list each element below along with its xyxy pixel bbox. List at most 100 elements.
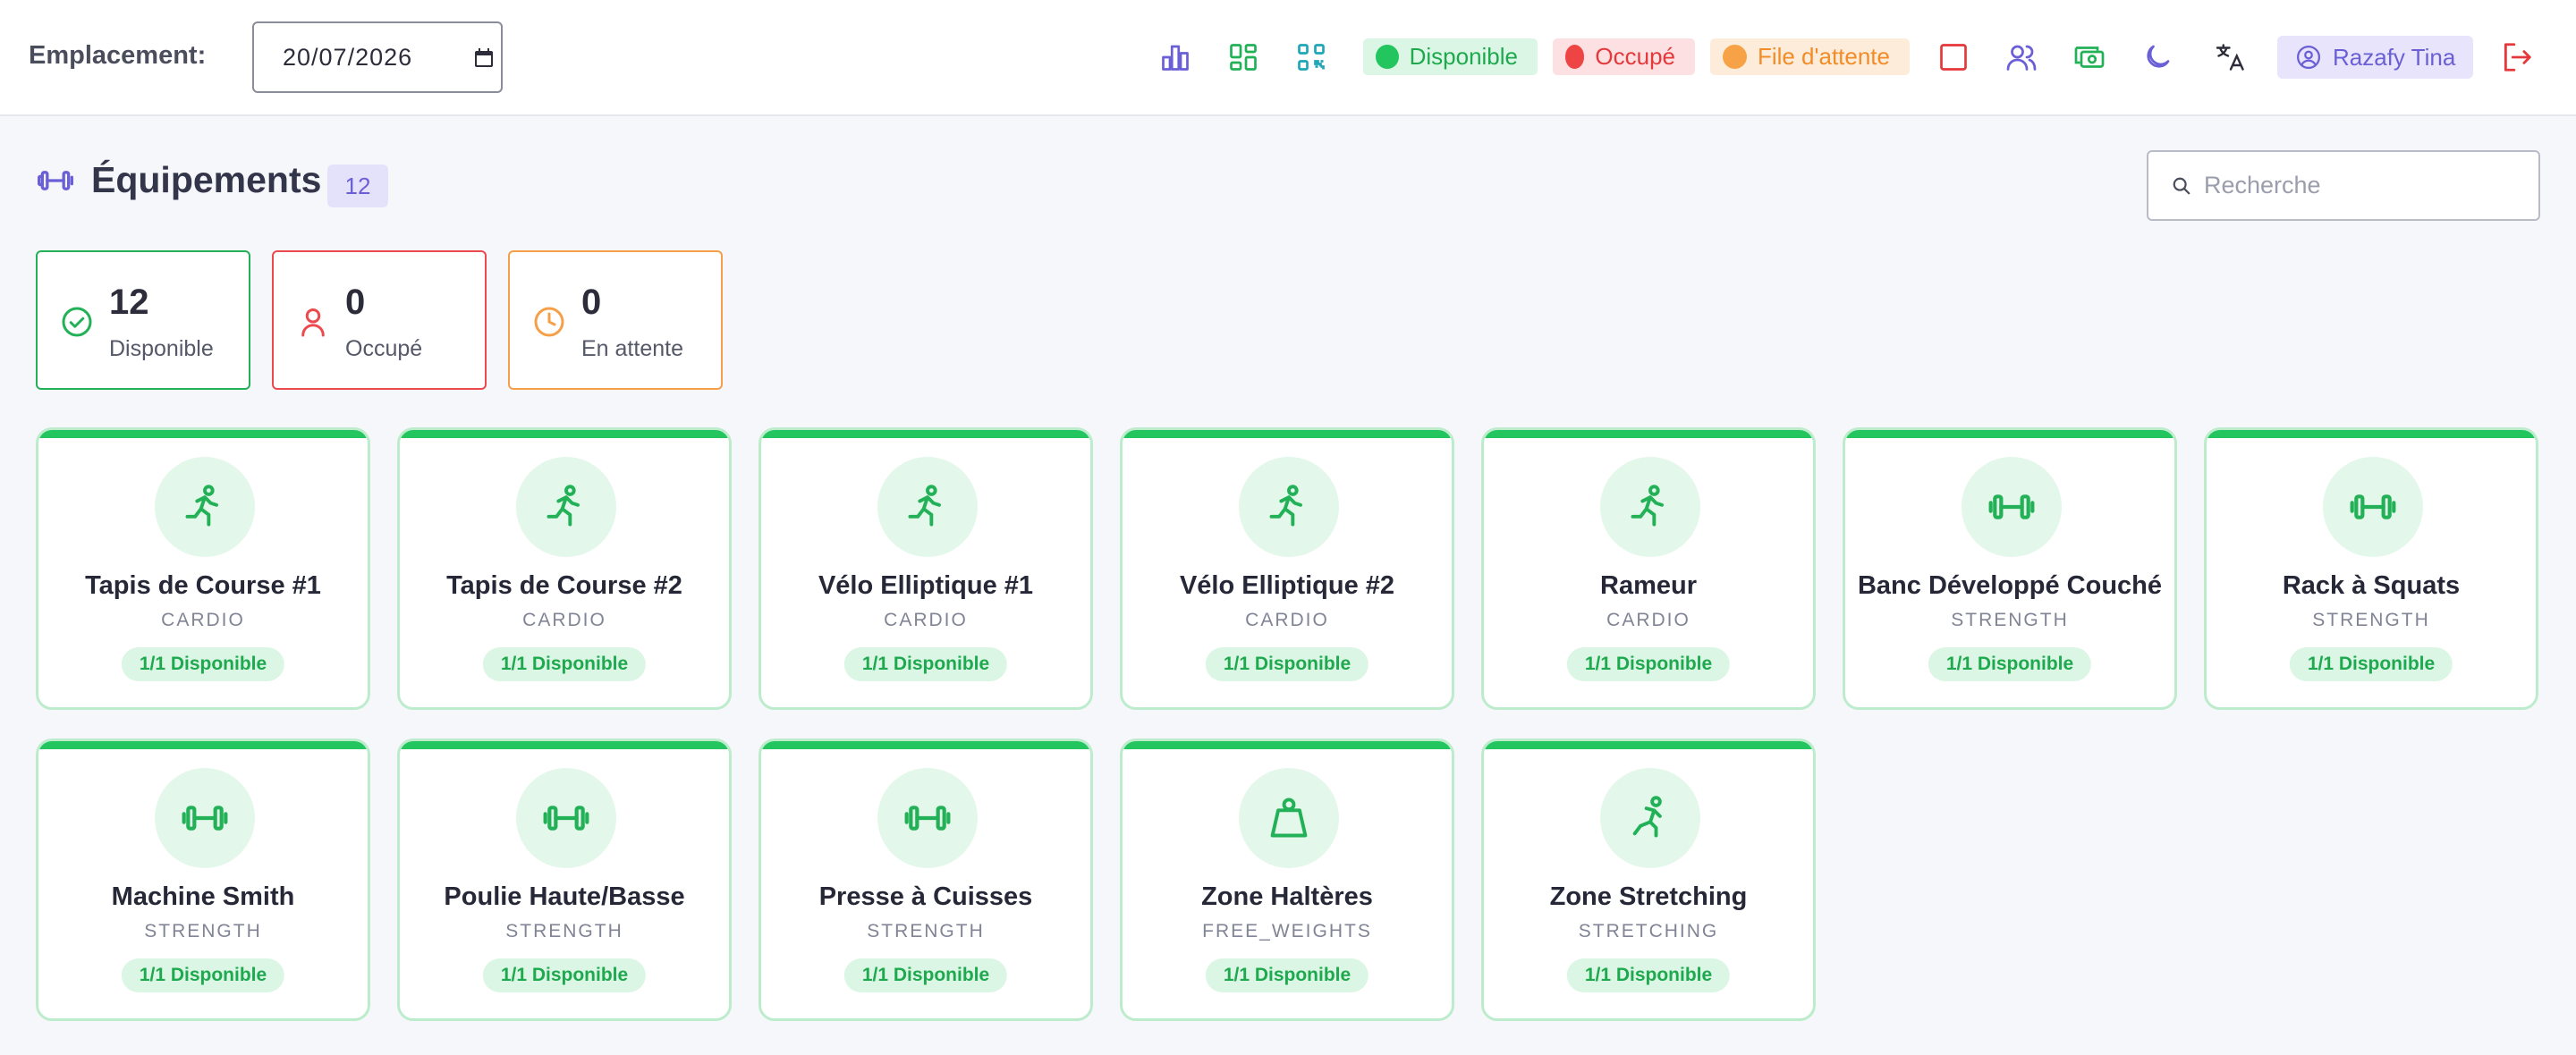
stat-available-card: 12 Disponible — [36, 250, 250, 390]
equipment-card[interactable]: Poulie Haute/Basse STRENGTH 1/1 Disponible — [397, 738, 732, 1021]
calendar-icon[interactable] — [474, 48, 494, 68]
equipment-count-badge: 12 — [327, 165, 388, 207]
availability-badge: 1/1 Disponible — [843, 958, 1008, 992]
grid-icon[interactable] — [1225, 39, 1261, 75]
availability-badge: 1/1 Disponible — [843, 647, 1008, 681]
cash-icon[interactable] — [2072, 39, 2107, 75]
stat-waiting-card: 0 En attente — [508, 250, 723, 390]
equipment-name: Rack à Squats — [2282, 571, 2461, 600]
user-circle-icon — [2297, 46, 2320, 69]
check-circle-icon — [62, 307, 92, 337]
dumbbell-icon — [38, 170, 73, 190]
stat-waiting-label: En attente — [581, 336, 683, 361]
page-title: Équipements — [36, 159, 321, 201]
equipment-card[interactable]: Banc Développé Couché STRENGTH 1/1 Disponi… — [1843, 427, 2177, 710]
legend-busy: Occupé — [1553, 38, 1695, 75]
clock-icon — [534, 307, 564, 337]
date-input[interactable]: 20/07/2026 — [252, 21, 503, 93]
availability-badge: 1/1 Disponible — [2289, 647, 2453, 681]
search-icon — [2173, 177, 2190, 194]
dumbbell-icon — [877, 768, 978, 868]
location-label: Emplacement: — [29, 41, 207, 70]
equipment-card[interactable]: Zone Haltères FREE_WEIGHTS 1/1 Disponible — [1120, 738, 1454, 1021]
translate-icon[interactable] — [2213, 39, 2249, 75]
equipment-name: Rameur — [1600, 571, 1697, 600]
date-value: 20/07/2026 — [283, 43, 413, 71]
equipment-name: Presse à Cuisses — [818, 882, 1033, 911]
stat-busy-value: 0 — [345, 283, 366, 322]
equipment-card[interactable]: Tapis de Course #2 CARDIO 1/1 Disponible — [397, 427, 732, 710]
equipment-name: Banc Développé Couché — [1857, 571, 2163, 600]
equipment-name: Tapis de Course #1 — [85, 571, 321, 600]
user-icon — [301, 308, 325, 337]
running-icon — [516, 457, 616, 557]
running-icon — [877, 457, 978, 557]
page-title-text: Équipements — [91, 159, 322, 200]
equipment-category: STRENGTH — [1951, 610, 2069, 630]
logout-icon[interactable] — [2499, 39, 2535, 75]
dumbbell-icon — [155, 768, 255, 868]
top-bar: Emplacement: 20/07/2026 Disponible Occup… — [0, 0, 2576, 116]
square-icon[interactable] — [1936, 39, 1971, 75]
equipment-card[interactable]: Machine Smith STRENGTH 1/1 Disponible — [36, 738, 370, 1021]
equipment-category: STRETCHING — [1578, 921, 1719, 941]
queue-dot — [1723, 45, 1747, 69]
availability-badge: 1/1 Disponible — [1566, 647, 1731, 681]
equipment-card[interactable]: Zone Stretching STRETCHING 1/1 Disponible — [1481, 738, 1816, 1021]
equipment-card[interactable]: Rameur CARDIO 1/1 Disponible — [1481, 427, 1816, 710]
user-name: Razafy Tina — [2333, 43, 2456, 71]
equipment-name: Zone Haltères — [1201, 882, 1373, 911]
search-box[interactable] — [2147, 150, 2540, 221]
equipment-card[interactable]: Rack à Squats STRENGTH 1/1 Disponible — [2204, 427, 2538, 710]
equipment-name: Vélo Elliptique #1 — [818, 571, 1034, 600]
moon-icon[interactable] — [2140, 39, 2175, 75]
running-icon — [155, 457, 255, 557]
users-icon[interactable] — [2004, 39, 2039, 75]
legend-busy-label: Occupé — [1595, 43, 1675, 70]
search-input[interactable] — [2204, 172, 2526, 199]
equipment-category: CARDIO — [161, 610, 245, 630]
available-dot — [1376, 45, 1399, 69]
legend-available: Disponible — [1363, 38, 1538, 75]
availability-badge: 1/1 Disponible — [1205, 647, 1369, 681]
dumbbell-icon — [516, 768, 616, 868]
qr-code-icon[interactable] — [1293, 39, 1329, 75]
equipment-category: CARDIO — [522, 610, 606, 630]
equipment-card[interactable]: Tapis de Course #1 CARDIO 1/1 Disponible — [36, 427, 370, 710]
legend-queue: File d'attente — [1710, 38, 1910, 75]
stat-available-label: Disponible — [109, 336, 214, 361]
stat-available-value: 12 — [109, 283, 149, 322]
equipment-category: STRENGTH — [505, 921, 623, 941]
busy-dot — [1565, 45, 1585, 69]
equipment-name: Vélo Elliptique #2 — [1179, 571, 1395, 600]
dumbbell-icon — [1962, 457, 2062, 557]
equipment-category: STRENGTH — [144, 921, 262, 941]
equipment-category: STRENGTH — [2312, 610, 2430, 630]
availability-badge: 1/1 Disponible — [482, 647, 647, 681]
equipment-name: Zone Stretching — [1549, 882, 1748, 911]
equipment-category: FREE_WEIGHTS — [1202, 921, 1372, 941]
running-icon — [1600, 457, 1700, 557]
equipment-category: CARDIO — [1606, 610, 1690, 630]
equipment-category: CARDIO — [1245, 610, 1329, 630]
equipment-category: STRENGTH — [867, 921, 985, 941]
bar-chart-icon[interactable] — [1157, 39, 1193, 75]
stat-waiting-value: 0 — [581, 283, 602, 322]
equipment-card[interactable]: Presse à Cuisses STRENGTH 1/1 Disponible — [758, 738, 1093, 1021]
stat-busy-card: 0 Occupé — [272, 250, 487, 390]
running-icon — [1239, 457, 1339, 557]
equipment-card[interactable]: Vélo Elliptique #2 CARDIO 1/1 Disponible — [1120, 427, 1454, 710]
dumbbell-icon — [2323, 457, 2423, 557]
availability-badge: 1/1 Disponible — [121, 647, 285, 681]
availability-badge: 1/1 Disponible — [482, 958, 647, 992]
equipment-card[interactable]: Vélo Elliptique #1 CARDIO 1/1 Disponible — [758, 427, 1093, 710]
availability-badge: 1/1 Disponible — [121, 958, 285, 992]
stat-busy-label: Occupé — [345, 336, 423, 361]
availability-badge: 1/1 Disponible — [1205, 958, 1369, 992]
user-menu-button[interactable]: Razafy Tina — [2277, 36, 2473, 79]
availability-badge: 1/1 Disponible — [1566, 958, 1731, 992]
availability-badge: 1/1 Disponible — [1928, 647, 2092, 681]
equipment-name: Machine Smith — [111, 882, 295, 911]
stretching-icon — [1600, 768, 1700, 868]
equipment-category: CARDIO — [884, 610, 968, 630]
